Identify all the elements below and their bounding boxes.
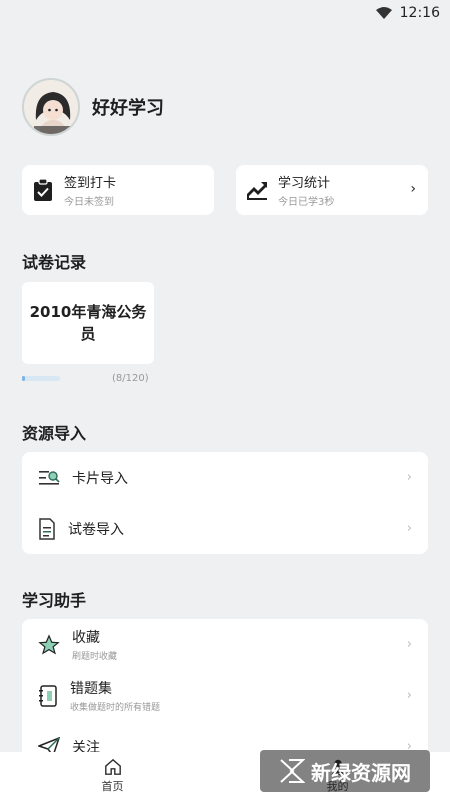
exam-paper-card[interactable]: 2010年青海公务员	[22, 282, 154, 364]
paper-import-label: 试卷导入	[68, 521, 124, 538]
study-stats-title: 学习统计	[278, 176, 331, 191]
checkin-title: 签到打卡	[64, 176, 117, 191]
star-icon	[38, 633, 60, 655]
resource-import-card: 卡片导入 › 试卷导入 ›	[22, 452, 428, 554]
tab-home[interactable]: 首页	[102, 758, 124, 794]
watermark-text: 新绿资源网	[311, 760, 411, 785]
card-import-item[interactable]: 卡片导入 ›	[22, 452, 428, 503]
card-search-icon	[39, 470, 60, 485]
chevron-right-icon: ›	[406, 688, 412, 703]
study-helper-title: 学习助手	[22, 591, 87, 610]
resource-import-title: 资源导入	[22, 424, 87, 443]
username: 好好学习	[92, 98, 164, 119]
study-helper-card: 收藏 刷题时收藏 › 错题集 收集做题时的所有错题 › 关注 ›	[22, 619, 428, 769]
paper-import-item[interactable]: 试卷导入 ›	[22, 503, 428, 554]
chevron-right-icon: ›	[406, 470, 412, 485]
exam-progress-bar	[22, 376, 60, 381]
wrong-questions-desc: 收集做题时的所有错题	[70, 703, 161, 713]
checkin-card[interactable]: 签到打卡 今日未签到	[22, 165, 214, 215]
document-icon	[39, 517, 55, 540]
status-time: 12:16	[399, 5, 440, 21]
card-import-label: 卡片导入	[72, 470, 128, 487]
favorites-desc: 刷题时收藏	[72, 652, 118, 662]
wrong-questions-item[interactable]: 错题集 收集做题时的所有错题 ›	[22, 670, 428, 721]
watermark: 新绿资源网	[260, 750, 430, 792]
exam-paper-name: 2010年青海公务员	[29, 303, 147, 343]
wrong-questions-label: 错题集	[70, 681, 112, 697]
home-icon	[104, 758, 121, 775]
avatar[interactable]	[22, 78, 80, 136]
profile-header[interactable]: 好好学习	[22, 78, 164, 136]
study-stats-card[interactable]: 学习统计 今日已学3秒 ›	[236, 165, 428, 215]
watermark-logo-icon	[280, 759, 305, 783]
avatar-image	[24, 80, 78, 134]
clipboard-check-icon	[34, 178, 52, 201]
notebook-icon	[39, 684, 57, 707]
chevron-right-icon: ›	[406, 521, 412, 536]
favorites-label: 收藏	[72, 630, 100, 646]
study-stats-subtitle: 今日已学3秒	[278, 197, 335, 208]
exam-records-title: 试卷记录	[22, 253, 87, 272]
chevron-right-icon: ›	[410, 181, 416, 197]
trend-chart-icon	[247, 182, 267, 200]
chevron-right-icon: ›	[406, 637, 412, 652]
favorites-item[interactable]: 收藏 刷题时收藏 ›	[22, 619, 428, 670]
exam-progress-text: (8/120)	[112, 373, 149, 384]
wifi-icon	[375, 7, 392, 19]
checkin-subtitle: 今日未签到	[64, 197, 114, 208]
status-bar: 12:16	[0, 0, 450, 26]
tab-home-label: 首页	[101, 780, 124, 793]
exam-progress-fill	[22, 376, 25, 381]
